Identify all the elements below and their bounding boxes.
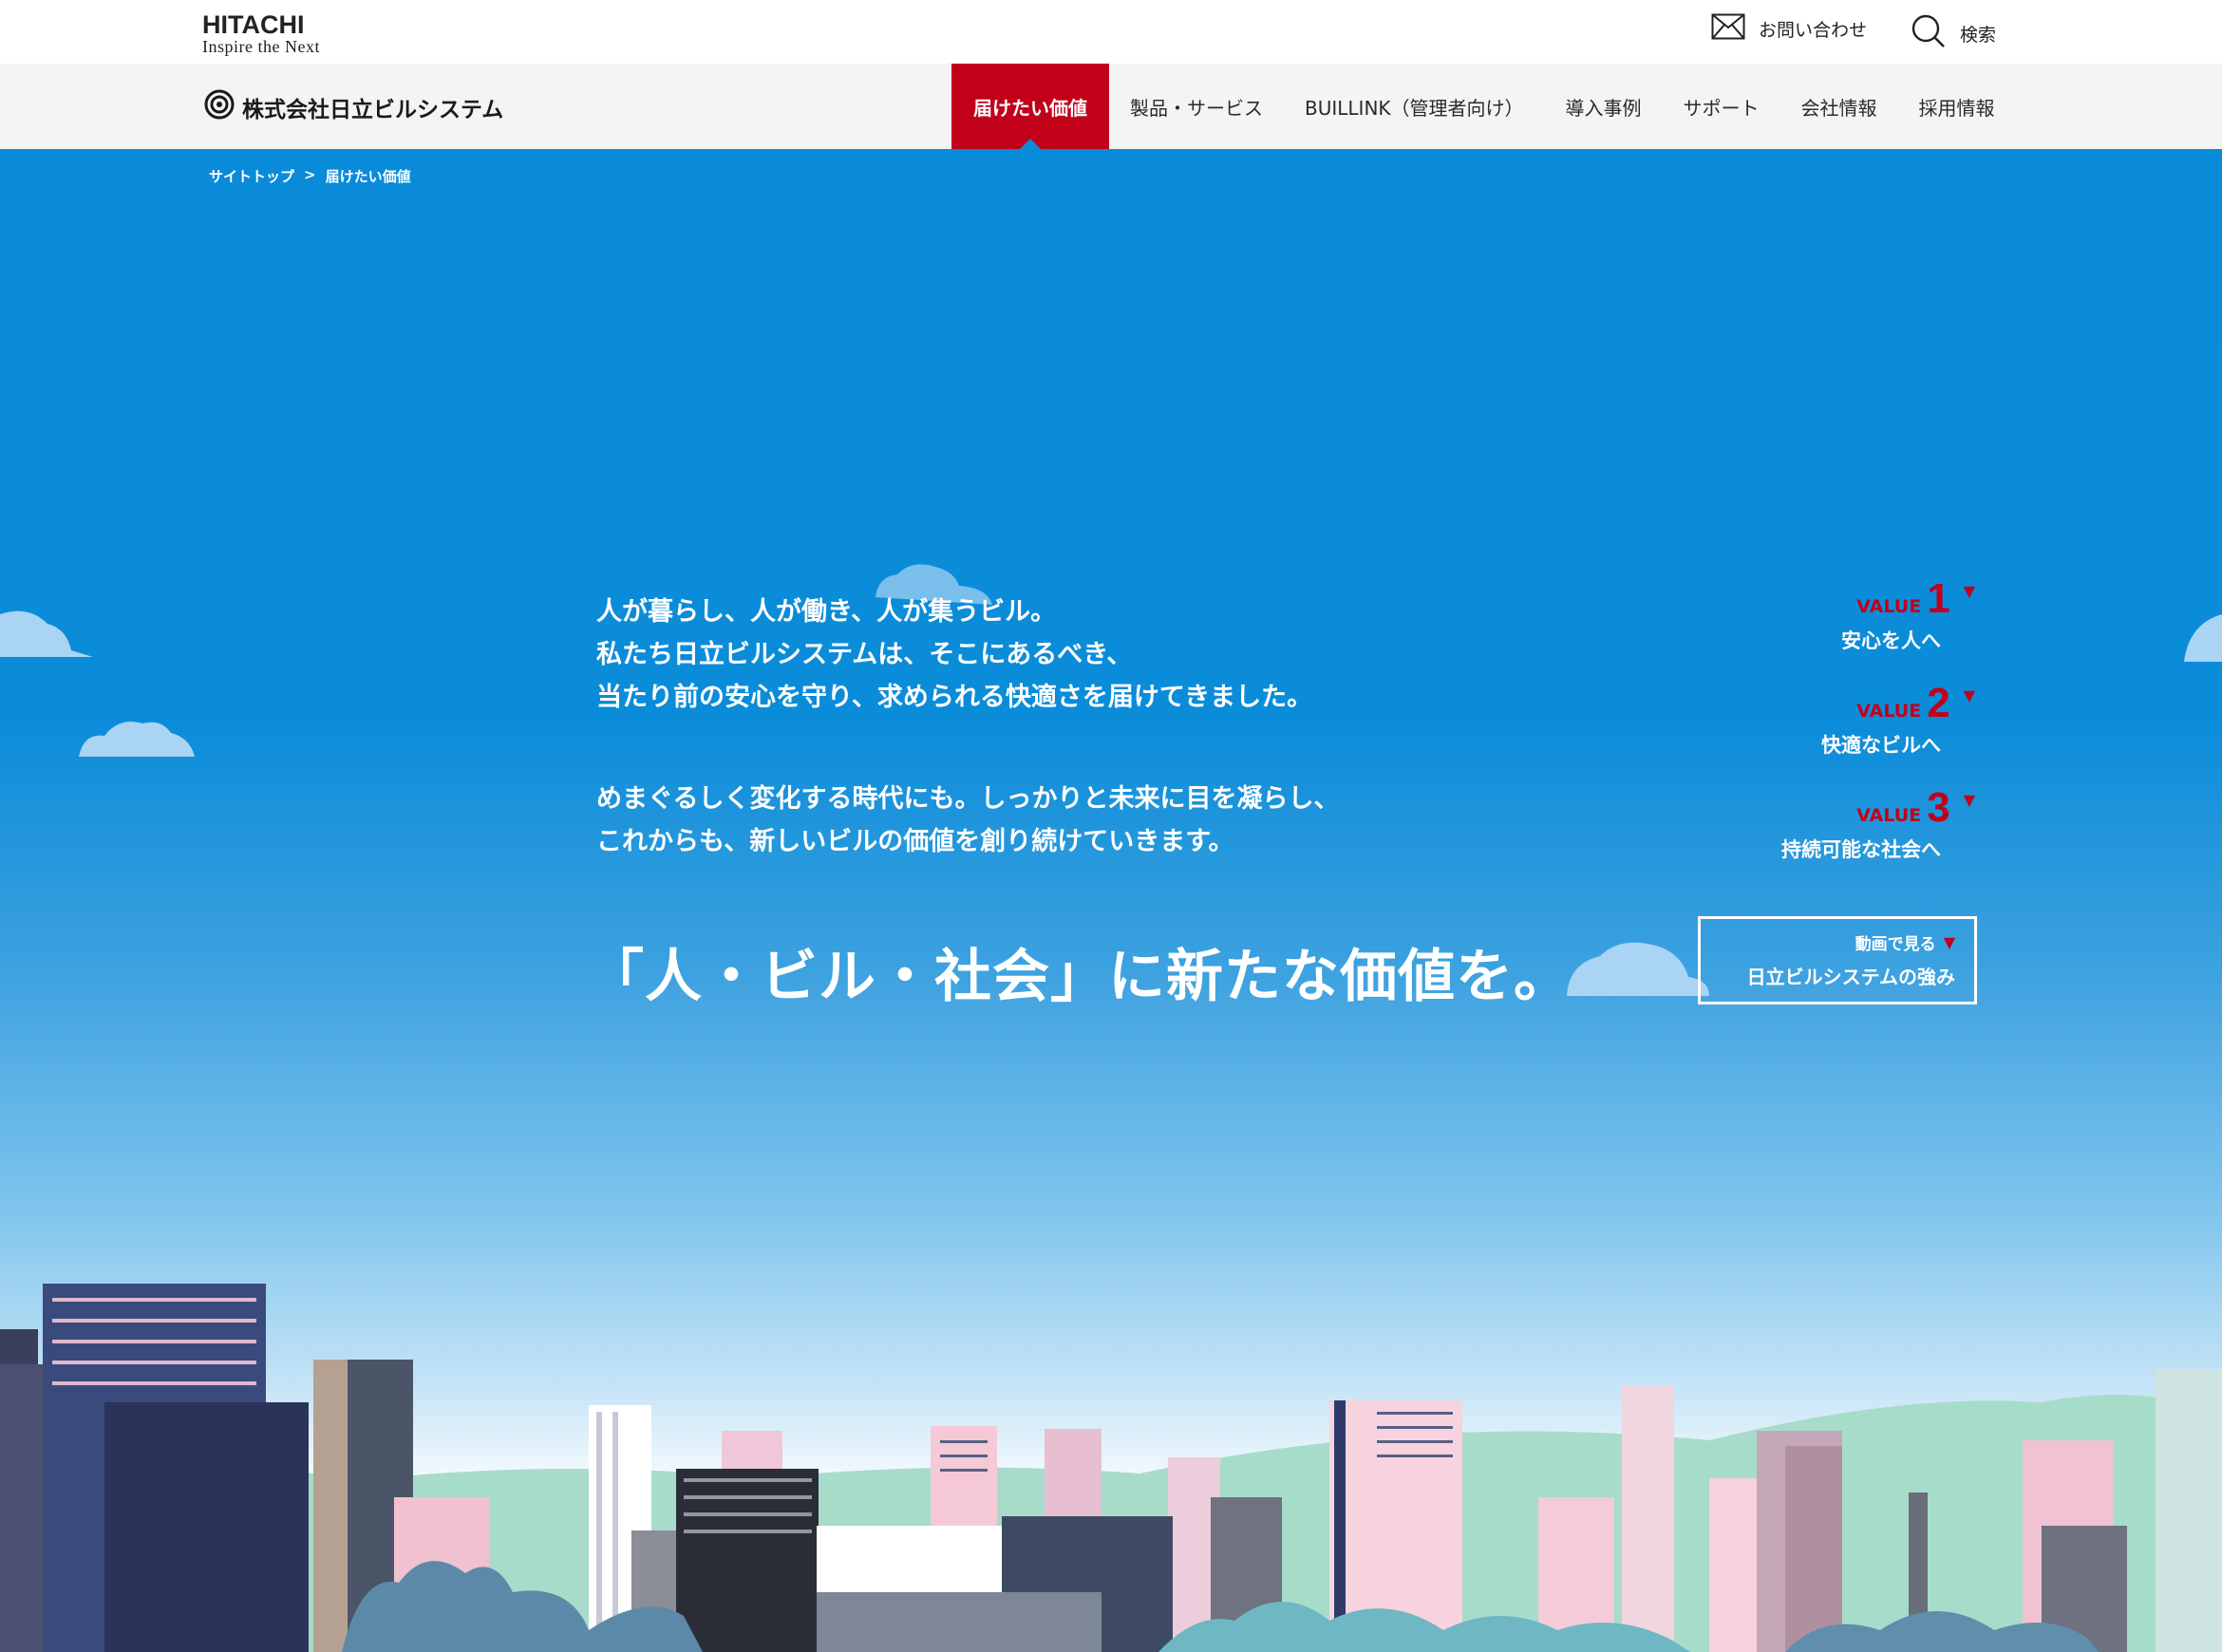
value-3-tag: VALUE 3 ▼ <box>1728 787 1975 829</box>
utility-bar: HITACHI Inspire the Next お問い合わせ 検索 <box>0 0 2222 64</box>
value-3-desc: 持続可能な社会へ <box>1781 838 1941 861</box>
main-nav: 届けたい価値 製品・サービス BUILLINK（管理者向け） 導入事例 サポート… <box>951 64 2016 149</box>
value-links: VALUE 1 ▼ 安心を人へ VALUE 2 ▼ 快適なビルへ VALUE 3… <box>1728 578 1975 892</box>
value-2-link[interactable]: VALUE 2 ▼ 快適なビルへ <box>1728 683 1975 759</box>
value-label: VALUE <box>1856 701 1922 722</box>
value-1-desc: 安心を人へ <box>1841 629 1941 652</box>
value-3-link[interactable]: VALUE 3 ▼ 持続可能な社会へ <box>1728 787 1975 863</box>
lead-paragraph-1: 人が暮らし、人が働き、人が集うビル。 私たち日立ビルシステムは、そこにあるべき、… <box>596 591 1339 719</box>
movie-button[interactable]: 動画で見る ▼ 日立ビルシステムの強み <box>1698 916 1977 1004</box>
company-logo[interactable]: 株式会社日立ビルシステム <box>204 89 503 125</box>
lead-line: 当たり前の安心を守り、求められる快適さを届けてきました。 <box>596 683 1313 712</box>
movie-label: 動画で見る <box>1855 935 1936 954</box>
contact-link[interactable]: お問い合わせ <box>1711 13 1867 45</box>
logo-wordmark: HITACHI <box>202 10 305 39</box>
triangle-down-icon: ▼ <box>1963 686 1975 704</box>
value-2-tag: VALUE 2 ▼ <box>1728 683 1975 724</box>
nav-item-buillink[interactable]: BUILLINK（管理者向け） <box>1284 64 1545 149</box>
movie-line-1: 動画で見る ▼ <box>1720 930 1955 954</box>
value-1-link[interactable]: VALUE 1 ▼ 安心を人へ <box>1728 578 1975 654</box>
breadcrumb-separator: > <box>304 166 316 183</box>
nav-item-support[interactable]: サポート <box>1663 64 1780 149</box>
search-link[interactable]: 検索 <box>1911 13 1996 54</box>
search-icon <box>1911 13 1947 54</box>
value-2-desc: 快適なビルへ <box>1821 734 1941 757</box>
value-number: 2 <box>1927 680 1950 726</box>
lead-line: これからも、新しいビルの価値を創り続けていきます。 <box>596 827 1234 856</box>
hero-section: サイトトップ > 届けたい価値 人が暮らし、人が働き、人が集うビル。 私たち日立… <box>0 149 2222 1652</box>
value-label: VALUE <box>1856 596 1922 617</box>
breadcrumb: サイトトップ > 届けたい価値 <box>209 166 411 186</box>
triangle-down-icon: ▼ <box>1943 933 1955 951</box>
company-name: 株式会社日立ビルシステム <box>242 98 504 122</box>
value-label: VALUE <box>1856 805 1922 826</box>
nav-item-products[interactable]: 製品・サービス <box>1109 64 1284 149</box>
logo-tagline: Inspire the Next <box>202 37 320 56</box>
hitachi-logo[interactable]: HITACHI Inspire the Next <box>202 11 345 55</box>
value-1-tag: VALUE 1 ▼ <box>1728 578 1975 620</box>
value-number: 1 <box>1927 575 1950 622</box>
triangle-down-icon: ▼ <box>1963 791 1975 809</box>
lead-paragraph-2: めまぐるしく変化する時代にも。しっかりと未来に目を凝らし、 これからも、新しいビ… <box>596 778 1339 863</box>
contact-label: お問い合わせ <box>1759 20 1868 41</box>
movie-line-2: 日立ビルシステムの強み <box>1746 966 1955 988</box>
nav-item-value[interactable]: 届けたい価値 <box>951 64 1109 149</box>
global-nav-bar: 株式会社日立ビルシステム 届けたい価値 製品・サービス BUILLINK（管理者… <box>0 64 2222 149</box>
company-emblem-icon <box>204 89 235 125</box>
nav-item-recruit[interactable]: 採用情報 <box>1898 64 2016 149</box>
lead-line: めまぐるしく変化する時代にも。しっかりと未来に目を凝らし、 <box>596 784 1340 814</box>
nav-item-company[interactable]: 会社情報 <box>1780 64 1898 149</box>
mail-icon <box>1711 13 1745 45</box>
triangle-down-icon: ▼ <box>1963 582 1975 600</box>
lead-line: 私たち日立ビルシステムは、そこにあるべき、 <box>596 640 1133 669</box>
breadcrumb-top-link[interactable]: サイトトップ <box>209 166 294 186</box>
nav-item-cases[interactable]: 導入事例 <box>1545 64 1663 149</box>
value-number: 3 <box>1927 784 1950 831</box>
hero-lead-text: 人が暮らし、人が働き、人が集うビル。 私たち日立ビルシステムは、そこにあるべき、… <box>596 591 1339 922</box>
lead-line: 人が暮らし、人が働き、人が集うビル。 <box>596 597 1057 627</box>
breadcrumb-current: 届けたい価値 <box>325 168 411 185</box>
hero-headline: 「人・ビル・社会」に新たな価値を。 <box>587 944 1572 1010</box>
search-label: 検索 <box>1960 25 1997 46</box>
